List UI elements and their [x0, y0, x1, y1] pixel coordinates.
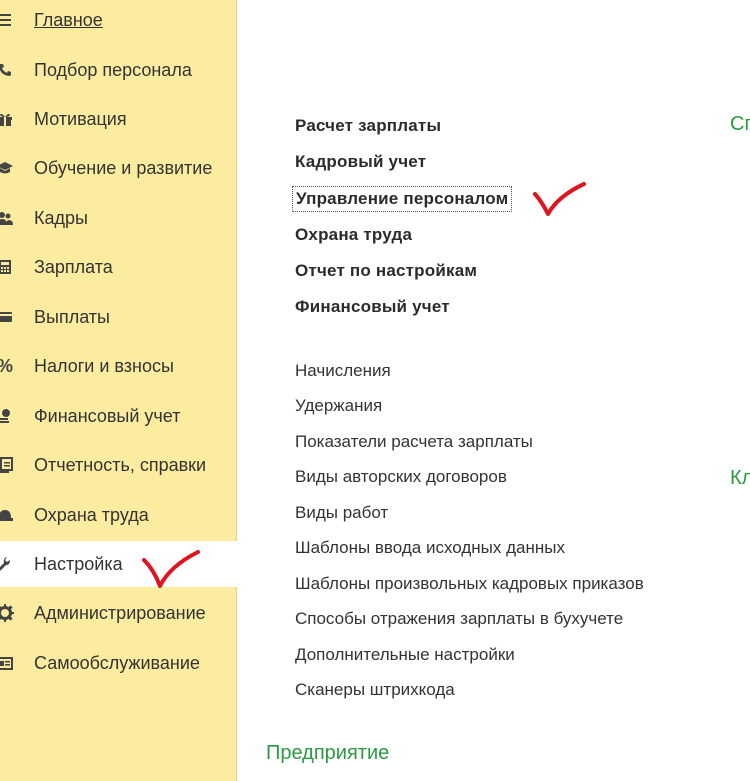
link-financial-accounting[interactable]: Финансовый учет: [295, 297, 450, 317]
sidebar-item-finance[interactable]: Финансовый учет: [0, 393, 236, 439]
coins-icon: [0, 407, 14, 425]
gear-icon: [0, 604, 14, 622]
sidebar-item-label: Подбор персонала: [34, 59, 192, 80]
helmet-icon: [0, 506, 14, 524]
phone-icon: [0, 61, 14, 79]
sidebar-item-recruiting[interactable]: Подбор персонала: [0, 47, 236, 93]
section-heading-enterprise[interactable]: Предприятие: [266, 742, 389, 765]
sidebar-item-taxes[interactable]: % Налоги и взносы: [0, 343, 236, 389]
sidebar-item-label: Кадры: [34, 207, 88, 228]
link-deductions[interactable]: Удержания: [295, 396, 382, 416]
clipped-right-heading[interactable]: Сп: [730, 113, 750, 136]
sidebar-item-label: Мотивация: [34, 108, 127, 129]
sidebar-item-label: Отчетность, справки: [34, 454, 207, 475]
link-accounting-reflection[interactable]: Способы отражения зарплаты в бухучете: [295, 609, 623, 629]
id-card-icon: [0, 654, 14, 672]
sidebar-item-main[interactable]: Главное: [0, 0, 236, 43]
link-barcode-scanners[interactable]: Сканеры штрихкода: [295, 680, 455, 700]
report-icon: [0, 456, 14, 474]
gift-icon: [0, 110, 14, 128]
link-hr-records[interactable]: Кадровый учет: [295, 152, 426, 172]
sidebar-item-safety[interactable]: Охрана труда: [0, 492, 236, 538]
graduation-cap-icon: [0, 159, 14, 177]
link-order-templates[interactable]: Шаблоны произвольных кадровых приказов: [295, 574, 644, 594]
sidebar-item-label: Выплаты: [34, 306, 110, 327]
main-panel: Расчет зарплаты Кадровый учет Управление…: [237, 0, 750, 781]
sidebar-item-label: Обучение и развитие: [34, 157, 213, 178]
clipped-right-heading[interactable]: Кл: [730, 467, 750, 490]
link-salary-indicators[interactable]: Показатели расчета зарплаты: [295, 432, 533, 452]
link-personnel-management[interactable]: Управление персоналом: [291, 186, 513, 212]
sidebar-item-self-service[interactable]: Самообслуживание: [0, 640, 236, 686]
sidebar-item-motivation[interactable]: Мотивация: [0, 96, 236, 142]
link-labor-safety[interactable]: Охрана труда: [295, 225, 412, 245]
sidebar-item-label: Налоги и взносы: [34, 355, 174, 376]
link-additional-settings[interactable]: Дополнительные настройки: [295, 645, 515, 665]
sidebar-item-administration[interactable]: Администрирование: [0, 590, 236, 636]
sidebar-item-settings[interactable]: Настройка: [0, 541, 237, 587]
sidebar-item-label: Охрана труда: [34, 504, 149, 525]
link-salary-calculation[interactable]: Расчет зарплаты: [295, 116, 441, 136]
link-author-contract-types[interactable]: Виды авторских договоров: [295, 467, 507, 487]
link-input-templates[interactable]: Шаблоны ввода исходных данных: [295, 538, 565, 558]
card-icon: [0, 308, 14, 326]
link-work-types[interactable]: Виды работ: [295, 503, 388, 523]
sidebar-item-label: Финансовый учет: [34, 405, 181, 426]
sidebar-item-label: Администрирование: [34, 602, 206, 623]
calculator-icon: [0, 258, 14, 276]
sidebar-item-label: Зарплата: [34, 256, 113, 277]
sidebar-item-label: Самообслуживание: [34, 652, 200, 673]
sidebar-item-reports[interactable]: Отчетность, справки: [0, 442, 236, 488]
percent-icon: %: [0, 356, 14, 376]
link-settings-report[interactable]: Отчет по настройкам: [295, 261, 477, 281]
sidebar-item-label: Настройка: [34, 553, 123, 574]
sidebar-item-personnel[interactable]: Кадры: [0, 195, 236, 241]
sidebar-item-salary[interactable]: Зарплата: [0, 244, 236, 290]
sidebar-item-training[interactable]: Обучение и развитие: [0, 145, 236, 191]
sidebar-item-payments[interactable]: Выплаты: [0, 294, 236, 340]
wrench-icon: [0, 555, 14, 573]
link-accruals[interactable]: Начисления: [295, 361, 391, 381]
sidebar-item-label: Главное: [34, 9, 103, 30]
sidebar: Главное Подбор персонала Мотивация Обуче…: [0, 0, 237, 781]
people-icon: [0, 209, 14, 227]
menu-icon: [0, 11, 14, 29]
checkmark-annotation-icon: [533, 182, 586, 216]
